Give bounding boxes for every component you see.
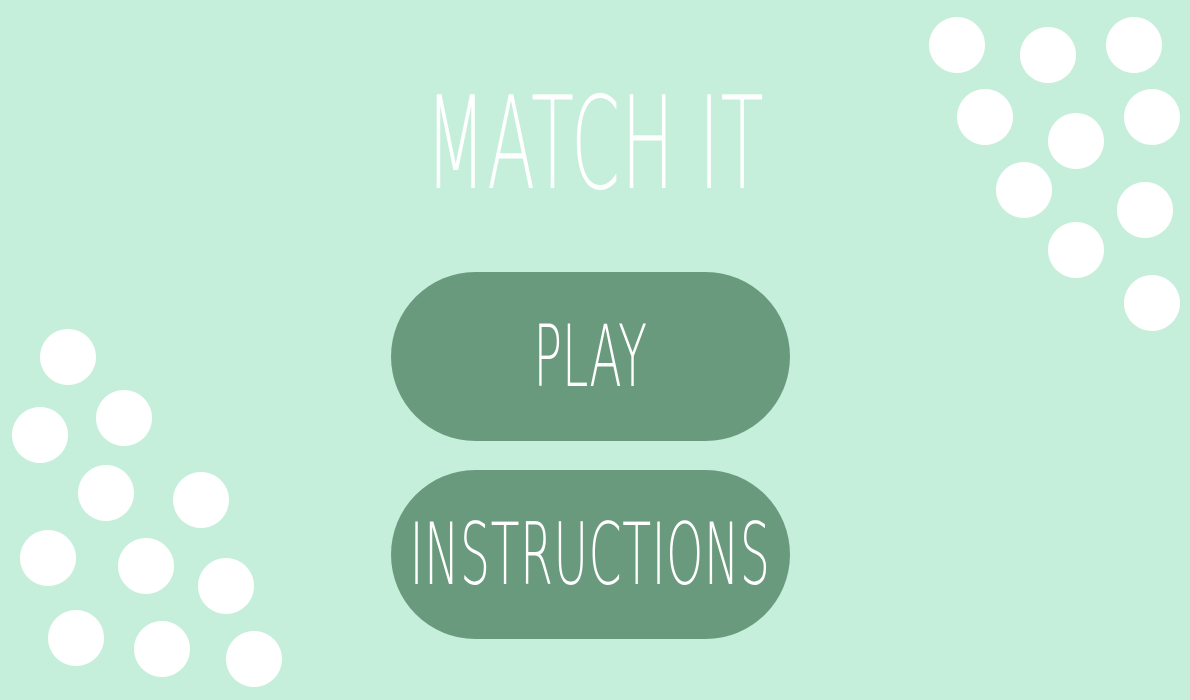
main-menu-screen: MATCH IT PLAY INSTRUCTIONS — [0, 0, 1190, 700]
decor-dot — [1124, 89, 1180, 145]
decor-dot — [929, 17, 985, 73]
decor-dot — [957, 89, 1013, 145]
decor-dot — [12, 407, 68, 463]
play-button[interactable]: PLAY — [391, 272, 790, 441]
decor-dot — [48, 610, 104, 666]
decor-dot — [226, 631, 282, 687]
decor-dot — [1048, 222, 1104, 278]
decor-dot — [118, 538, 174, 594]
decor-dot — [78, 465, 134, 521]
instructions-button[interactable]: INSTRUCTIONS — [391, 470, 790, 639]
decor-dot — [1106, 17, 1162, 73]
decor-dot — [198, 558, 254, 614]
decor-dot — [96, 390, 152, 446]
decor-dot — [1020, 27, 1076, 83]
decor-dot — [996, 162, 1052, 218]
decor-dot — [20, 530, 76, 586]
play-button-label: PLAY — [533, 306, 648, 407]
decor-dot — [1117, 182, 1173, 238]
game-title: MATCH IT — [425, 70, 765, 219]
decor-dot — [40, 329, 96, 385]
decor-dot — [1124, 275, 1180, 331]
decor-dot — [1048, 113, 1104, 169]
instructions-button-label: INSTRUCTIONS — [410, 504, 771, 605]
decor-dot — [134, 621, 190, 677]
decor-dot — [173, 472, 229, 528]
